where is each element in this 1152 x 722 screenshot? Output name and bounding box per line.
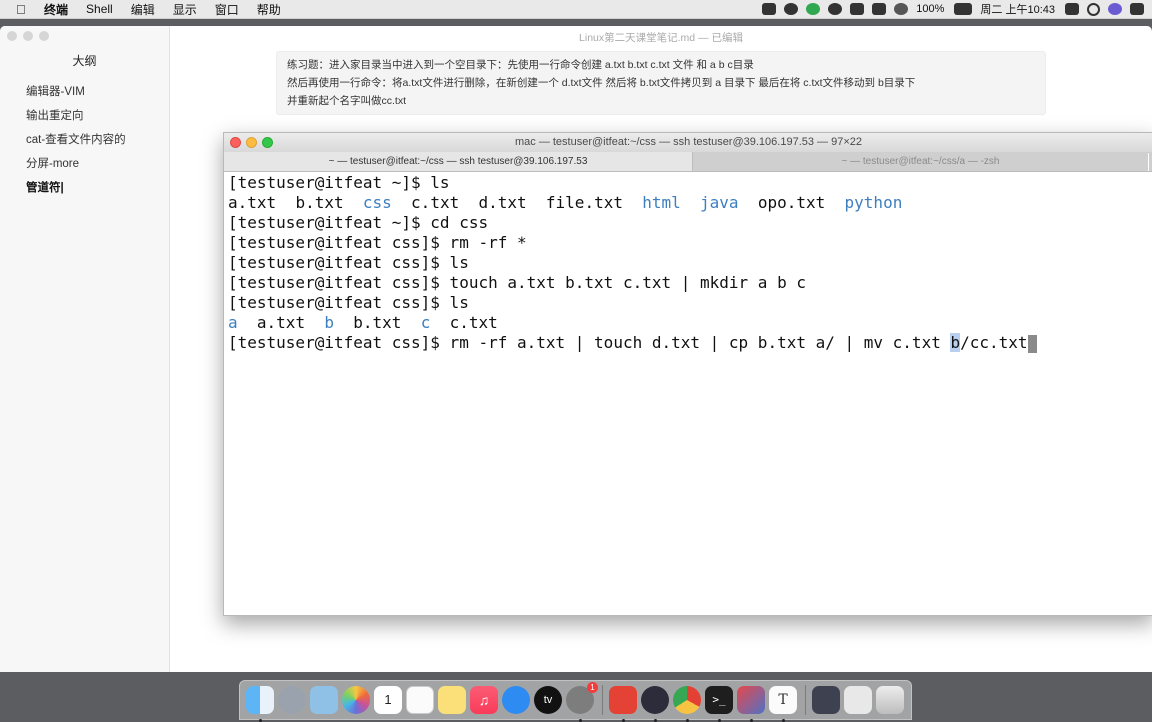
- directory-entry: css: [362, 193, 392, 212]
- calendar-day: 1: [384, 692, 392, 707]
- directory-entry: python: [844, 193, 903, 212]
- outline-item-cat[interactable]: cat-查看文件内容的: [26, 131, 126, 147]
- directory-entry: html: [642, 193, 681, 212]
- safari-icon[interactable]: [502, 686, 530, 714]
- file-entry: [681, 193, 700, 212]
- documents-stack-icon[interactable]: [844, 686, 872, 714]
- command-text: /cc.txt: [960, 333, 1028, 352]
- clock[interactable]: 周二 上午10:43: [980, 1, 1055, 17]
- xmind-icon[interactable]: [609, 686, 637, 722]
- downloads-stack-icon[interactable]: [812, 686, 840, 714]
- calendar-icon[interactable]: 1: [374, 686, 402, 714]
- terminal-line: [testuser@itfeat css]$ touch a.txt b.txt…: [228, 273, 806, 292]
- directory-entry: java: [700, 193, 739, 212]
- status-app-icon[interactable]: [784, 3, 799, 15]
- minimize-button[interactable]: [23, 31, 33, 41]
- outline-item-more[interactable]: 分屏-more: [26, 155, 79, 171]
- file-entry: c.txt: [430, 313, 498, 332]
- spotlight-search-icon[interactable]: [1087, 2, 1100, 16]
- preview-icon[interactable]: [310, 686, 338, 714]
- photos-icon[interactable]: [342, 686, 370, 714]
- terminal-window: mac — testuser@itfeat:~/css — ssh testus…: [223, 132, 1152, 616]
- terminal-icon[interactable]: >_: [705, 686, 733, 722]
- control-center-icon[interactable]: [1130, 3, 1144, 15]
- battery-icon[interactable]: [954, 3, 973, 15]
- dock-separator: [602, 685, 603, 715]
- selected-text: b: [950, 333, 961, 352]
- notification-badge: 1: [587, 682, 598, 693]
- terminal-screen[interactable]: [testuser@itfeat ~]$ ls a.txt b.txt css …: [228, 173, 1149, 615]
- file-entry: a.txt: [237, 313, 325, 332]
- notification-icon[interactable]: [1065, 3, 1079, 15]
- outline-sidebar: 大纲 编辑器-VIM 输出重定向 cat-查看文件内容的 分屏-more 管道符…: [0, 26, 170, 672]
- zoom-button[interactable]: [39, 31, 49, 41]
- directory-entry: a: [228, 313, 238, 332]
- outline-item-pipe[interactable]: 管道符|: [26, 179, 64, 195]
- outline-item-vim[interactable]: 编辑器-VIM: [26, 83, 85, 99]
- reminders-icon[interactable]: [406, 686, 434, 714]
- file-entry: c.txt d.txt file.txt: [391, 193, 643, 212]
- outline-item-redirect[interactable]: 输出重定向: [26, 107, 84, 123]
- close-button[interactable]: [7, 31, 17, 41]
- menu-shell[interactable]: Shell: [86, 2, 113, 16]
- siri-icon[interactable]: [1108, 3, 1122, 15]
- apple-menu-icon[interactable]: : [16, 2, 30, 17]
- text-cursor: [1027, 334, 1037, 353]
- terminal-line: [testuser@itfeat css]$ rm -rf *: [228, 233, 527, 252]
- command-text: [testuser@itfeat css]$ rm -rf a.txt | to…: [228, 333, 951, 352]
- game-controller-icon[interactable]: [828, 3, 843, 15]
- file-entry: opo.txt: [738, 193, 845, 212]
- music-icon[interactable]: ♫: [470, 686, 498, 714]
- document-title: Linux第二天课堂笔记.md — 已编辑: [579, 32, 743, 44]
- menu-edit[interactable]: 编辑: [131, 1, 155, 18]
- outline-heading: 大纲: [72, 54, 97, 68]
- dock: 1 ♫ tv 1 >_ T: [239, 680, 912, 722]
- share-icon[interactable]: [806, 3, 821, 15]
- note-line: 并重新起个名字叫做cc.txt: [287, 95, 407, 107]
- typora-icon[interactable]: T: [769, 686, 797, 722]
- menu-bar:  终端 Shell 编辑 显示 窗口 帮助 100% 周二 上午10:43: [0, 0, 1152, 19]
- directory-entry: b: [324, 313, 334, 332]
- obs-icon[interactable]: [641, 686, 669, 722]
- menu-app[interactable]: 终端: [44, 1, 68, 18]
- terminal-titlebar[interactable]: mac — testuser@itfeat:~/css — ssh testus…: [224, 133, 1152, 153]
- terminal-tab-bar: ~ — testuser@itfeat:~/css — ssh testuser…: [224, 152, 1152, 172]
- terminal-title: mac — testuser@itfeat:~/css — ssh testus…: [514, 136, 862, 148]
- chrome-icon[interactable]: [673, 686, 701, 722]
- dock-separator: [805, 685, 806, 715]
- terminal-line-ls-output: a a.txt b b.txt c c.txt: [228, 313, 1149, 333]
- battery-percent: 100%: [916, 3, 945, 15]
- terminal-line: [testuser@itfeat css]$ ls: [228, 293, 469, 312]
- menu-view[interactable]: 显示: [173, 1, 197, 18]
- stickies-icon[interactable]: [438, 686, 466, 714]
- tab-ssh[interactable]: ~ — testuser@itfeat:~/css — ssh testuser…: [224, 152, 693, 171]
- note-line: 练习题：进入家目录当中进入到一个空目录下：先使用一行命令创建 a.txt b.t…: [287, 59, 754, 71]
- screen-recorder-icon[interactable]: [762, 3, 777, 15]
- terminal-line: [testuser@itfeat ~]$ ls: [228, 173, 450, 192]
- parallels-icon[interactable]: [737, 686, 765, 722]
- wifi-icon[interactable]: [894, 3, 909, 15]
- terminal-line-ls-output: a.txt b.txt css c.txt d.txt file.txt htm…: [228, 193, 1149, 213]
- menu-help[interactable]: 帮助: [257, 1, 281, 18]
- file-entry: b.txt: [333, 313, 421, 332]
- appletv-icon[interactable]: tv: [534, 686, 562, 714]
- exercise-note[interactable]: 练习题：进入家目录当中进入到一个空目录下：先使用一行命令创建 a.txt b.t…: [276, 51, 1046, 115]
- note-line: 然后再使用一行命令：将a.txt文件进行删除，在新创建一个 d.txt文件 然后…: [287, 77, 916, 89]
- launchpad-icon[interactable]: [278, 686, 306, 714]
- finder-icon[interactable]: [246, 686, 274, 722]
- terminal-line: [testuser@itfeat css]$ ls: [228, 253, 469, 272]
- tab-zsh[interactable]: ~ — testuser@itfeat:~/css/a — -zsh: [693, 152, 1148, 171]
- input-method-icon[interactable]: [872, 3, 887, 15]
- qq-icon[interactable]: [850, 3, 865, 15]
- terminal-prompt-line: [testuser@itfeat css]$ rm -rf a.txt | to…: [228, 333, 1149, 353]
- trash-icon[interactable]: [876, 686, 904, 714]
- directory-entry: c: [420, 313, 431, 332]
- file-entry: a.txt: [228, 193, 277, 212]
- file-entry: b.txt: [276, 193, 363, 212]
- terminal-line: [testuser@itfeat ~]$ cd css: [228, 213, 489, 232]
- menu-window[interactable]: 窗口: [215, 1, 239, 18]
- system-preferences-icon[interactable]: 1: [566, 682, 598, 722]
